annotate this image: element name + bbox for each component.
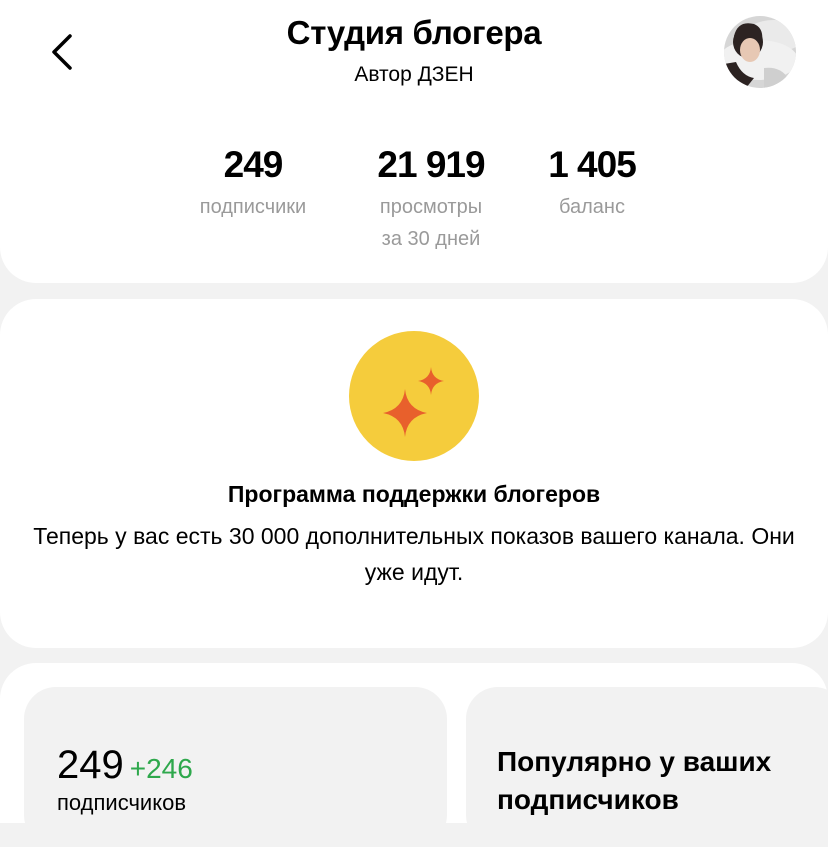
stat-label: баланс (559, 196, 625, 218)
avatar[interactable] (724, 16, 796, 88)
subscribers-tile[interactable]: 249 +246 подписчиков (24, 687, 447, 847)
stat-subscribers[interactable]: 249 подписчики (175, 143, 331, 223)
popular-title: Популярно у ваших подписчиков (497, 746, 772, 815)
subscribers-count: 249 (57, 743, 124, 787)
stat-views[interactable]: 21 919 просмотры за 30 дней (356, 143, 506, 255)
page-title: Студия блогера (286, 14, 542, 51)
user-avatar-icon (724, 16, 796, 88)
popular-tile[interactable]: Популярно у ваших подписчиков (466, 687, 828, 847)
stat-value: 249 (223, 144, 284, 185)
stat-label: просмотры за 30 дней (379, 196, 483, 250)
stat-value: 1 405 (548, 144, 637, 185)
subscribers-count-row: 249 +246 (57, 741, 193, 793)
stat-label: подписчики (199, 196, 307, 218)
page-subtitle: Автор ДЗЕН (354, 63, 474, 86)
stat-value: 21 919 (377, 144, 485, 185)
stats-tiles-section: 249 +246 подписчиков Популярно у ваших по… (0, 663, 828, 847)
studio-header: Студия блогера Автор ДЗЕН 249 подписчики… (0, 0, 828, 283)
support-program-card[interactable]: Программа поддержки блогеров Теперь у ва… (0, 299, 828, 648)
subscribers-delta: +246 (129, 753, 193, 784)
program-title: Программа поддержки блогеров (227, 481, 601, 507)
subscribers-label: подписчиков (57, 790, 187, 815)
sparkles-icon (349, 331, 479, 461)
program-description: Теперь у вас есть 30 000 дополнительных … (33, 523, 795, 585)
stat-balance[interactable]: 1 405 баланс (530, 143, 654, 223)
